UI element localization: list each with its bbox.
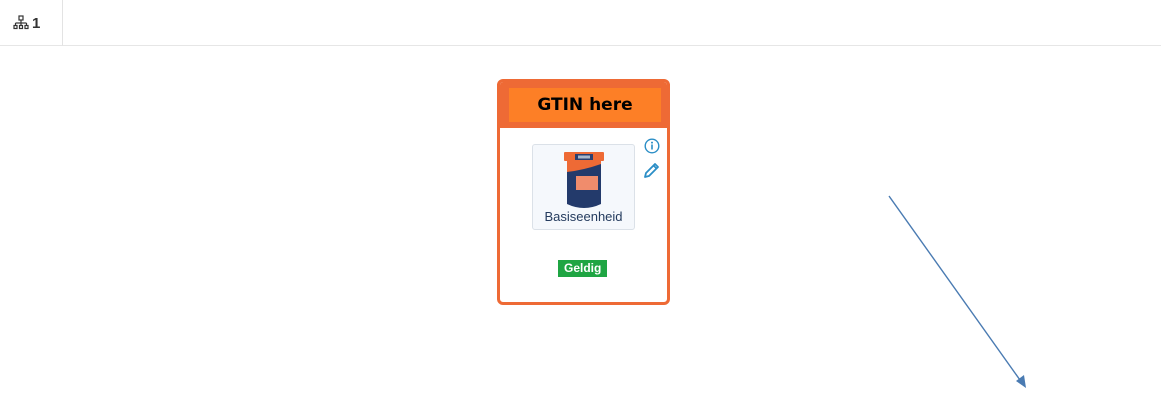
annotation-arrow — [888, 195, 1026, 388]
